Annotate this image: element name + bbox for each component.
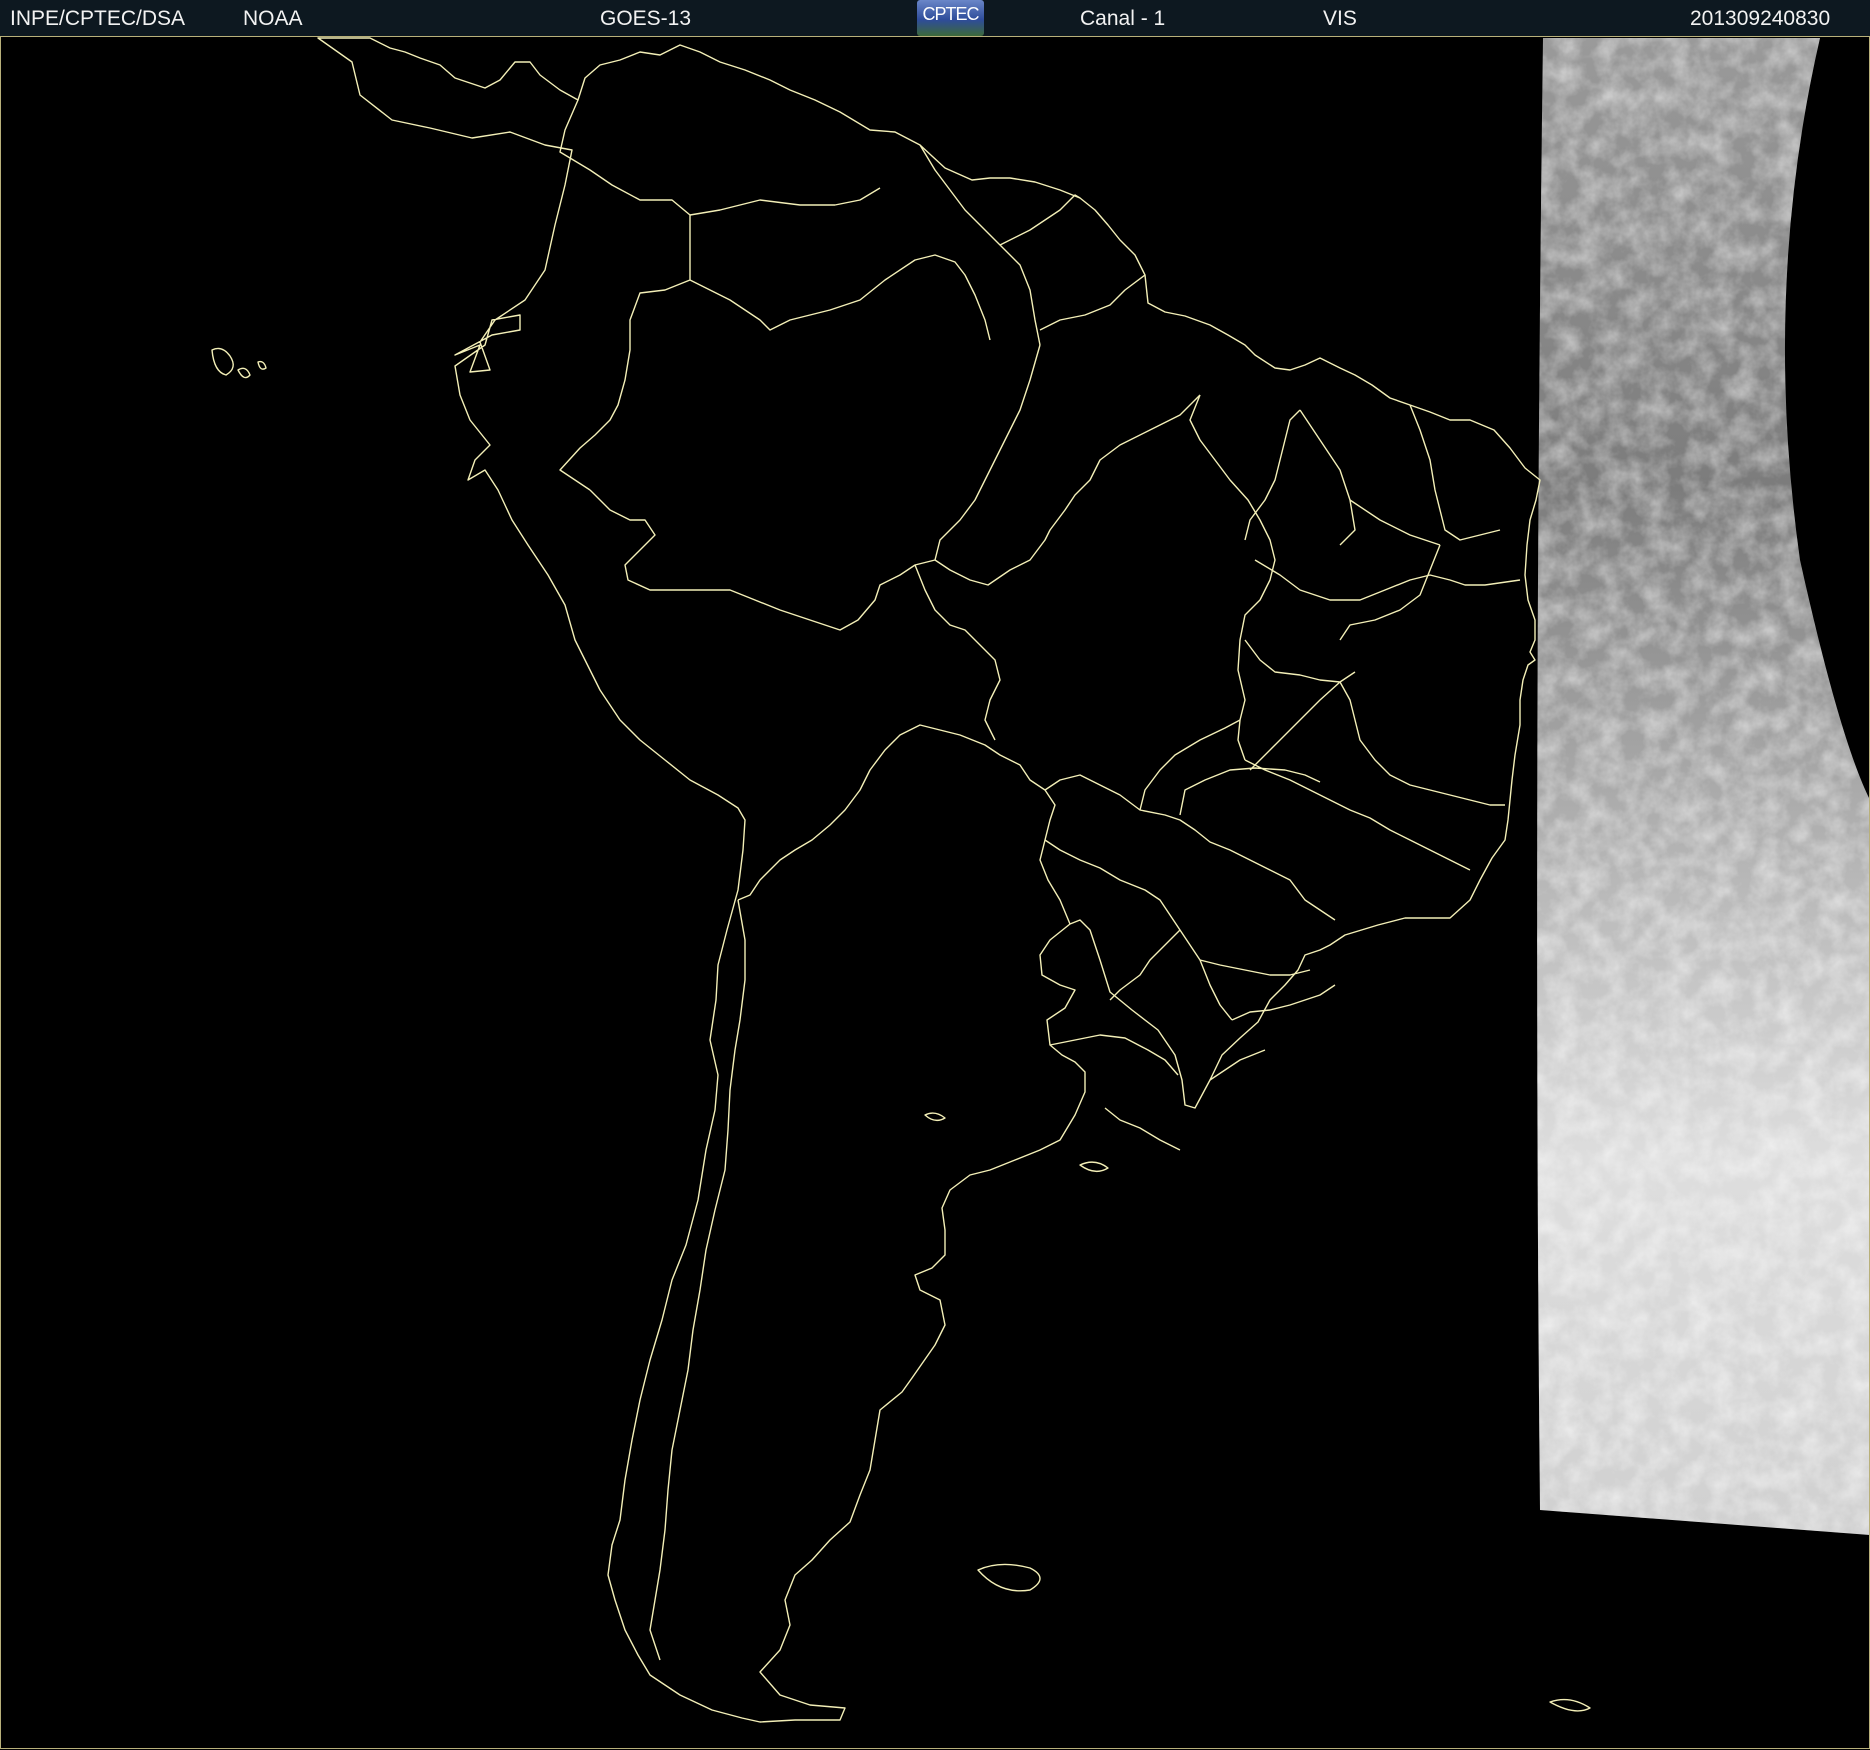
agency-label: INPE/CPTEC/DSA <box>10 7 186 30</box>
band-label: VIS <box>1323 7 1357 30</box>
satellite-label: GOES-13 <box>600 7 692 30</box>
cptec-logo: CPTEC <box>917 0 984 36</box>
logo-text: CPTEC <box>922 4 979 24</box>
image-frame <box>0 36 1870 1749</box>
timestamp-label: 201309240830 <box>1690 7 1831 30</box>
channel-label: Canal - 1 <box>1080 7 1166 30</box>
provider-label: NOAA <box>243 7 303 30</box>
header-bar: INPE/CPTEC/DSA NOAA GOES-13 CPTEC Canal … <box>0 0 1870 37</box>
